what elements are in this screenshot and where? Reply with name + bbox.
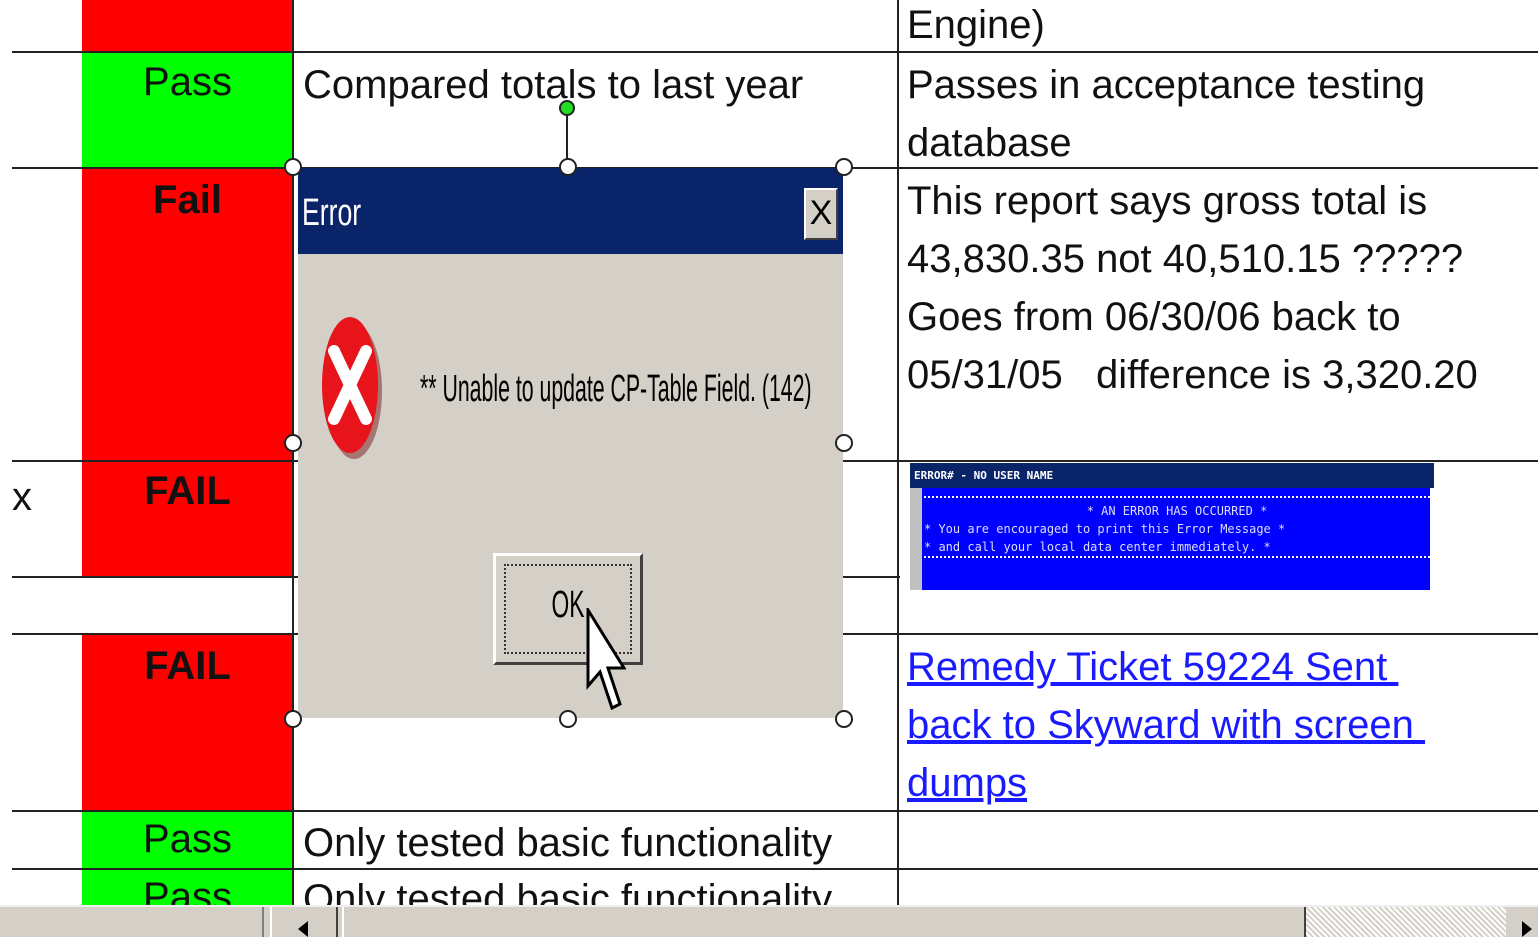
status-label: Pass [143, 875, 232, 905]
selection-handle[interactable] [559, 158, 577, 176]
link-line[interactable]: back to Skyward with screen [907, 696, 1425, 754]
selection-handle[interactable] [284, 710, 302, 728]
sheet-tab-area[interactable] [0, 907, 264, 937]
horizontal-scrollbar[interactable] [0, 905, 1538, 937]
left-arrow-icon [298, 921, 308, 937]
note-line: 05/31/05 difference is 3,320.20 [907, 353, 1478, 397]
selection-handle[interactable] [284, 158, 302, 176]
status-cell-fail-3[interactable]: FAIL [82, 634, 293, 811]
scroll-right-button[interactable] [1508, 907, 1538, 937]
status-label: Pass [143, 60, 232, 104]
error-dialog[interactable]: Error X ** Unable to update CP-Table Fie… [298, 168, 843, 718]
error-image-side [910, 488, 922, 590]
error-x-icon [322, 317, 382, 459]
row-border [12, 810, 1538, 812]
scroll-left-button[interactable] [270, 907, 338, 937]
right-arrow-icon [1522, 921, 1532, 937]
status-label: FAIL [144, 469, 231, 513]
row-border [12, 51, 1538, 53]
comment-cell[interactable]: Compared totals to last year [303, 56, 803, 114]
note-line: 43,830.35 not 40,510.15 ????? [907, 237, 1464, 281]
error-image-line: * and call your local data center immedi… [924, 540, 1271, 554]
status-cell-fail-1[interactable]: Fail [82, 168, 293, 461]
dialog-title-bar[interactable]: Error X [298, 168, 843, 254]
col-border [897, 0, 899, 905]
comment-cell[interactable]: Only tested basic functionality [303, 814, 832, 872]
note-line: database [907, 121, 1072, 165]
error-image-body: * AN ERROR HAS OCCURRED * * You are enco… [924, 496, 1430, 588]
row-border [12, 868, 1538, 870]
link-line[interactable]: Remedy Ticket 59224 Sent [907, 638, 1425, 696]
rotation-handle-stem [566, 110, 568, 160]
note-line: Goes from 06/30/06 back to [907, 295, 1401, 339]
col-border [292, 0, 294, 905]
error-image-header: ERROR# - NO USER NAME [910, 463, 1434, 488]
note-cell[interactable]: This report says gross total is 43,830.3… [907, 172, 1478, 404]
selection-handle[interactable] [284, 434, 302, 452]
mouse-cursor-icon [586, 608, 626, 711]
error-image-line: * AN ERROR HAS OCCURRED * [1086, 504, 1268, 518]
remedy-ticket-link[interactable]: Remedy Ticket 59224 Sent back to Skyward… [907, 638, 1425, 812]
close-button[interactable]: X [804, 188, 838, 240]
link-line[interactable]: dumps [907, 754, 1425, 812]
status-cell-pass-3[interactable]: Pass [82, 869, 293, 905]
error-screenshot-image: ERROR# - NO USER NAME * AN ERROR HAS OCC… [910, 463, 1434, 590]
selection-handle[interactable] [835, 158, 853, 176]
left-cell-mark: x [12, 475, 32, 519]
note-line: This report says gross total is [907, 179, 1428, 223]
comment-cell[interactable]: Only tested basic functionality [303, 870, 832, 905]
dialog-message: ** Unable to update CP-Table Field. (142… [420, 368, 812, 410]
rotation-handle[interactable] [559, 100, 575, 116]
error-image-line: * You are encouraged to print this Error… [924, 522, 1286, 536]
selection-handle[interactable] [835, 710, 853, 728]
status-label: FAIL [144, 644, 231, 688]
status-label: Pass [143, 817, 232, 861]
note-cell[interactable]: Engine) [907, 0, 1045, 54]
selection-handle[interactable] [835, 434, 853, 452]
status-cell-top[interactable] [82, 0, 293, 52]
note-cell[interactable]: Passes in acceptance testing database [907, 56, 1425, 172]
selection-handle[interactable] [559, 710, 577, 728]
status-cell-pass-2[interactable]: Pass [82, 811, 293, 869]
note-line: Passes in acceptance testing [907, 63, 1426, 107]
status-cell-pass-1[interactable]: Pass [82, 52, 293, 168]
dialog-title: Error [302, 192, 362, 234]
status-label: Fail [153, 178, 222, 222]
status-cell-fail-2[interactable]: FAIL [82, 461, 293, 577]
scroll-track[interactable] [1306, 907, 1506, 937]
scroll-thumb[interactable] [342, 907, 1307, 937]
status-cell-empty[interactable] [82, 577, 293, 634]
